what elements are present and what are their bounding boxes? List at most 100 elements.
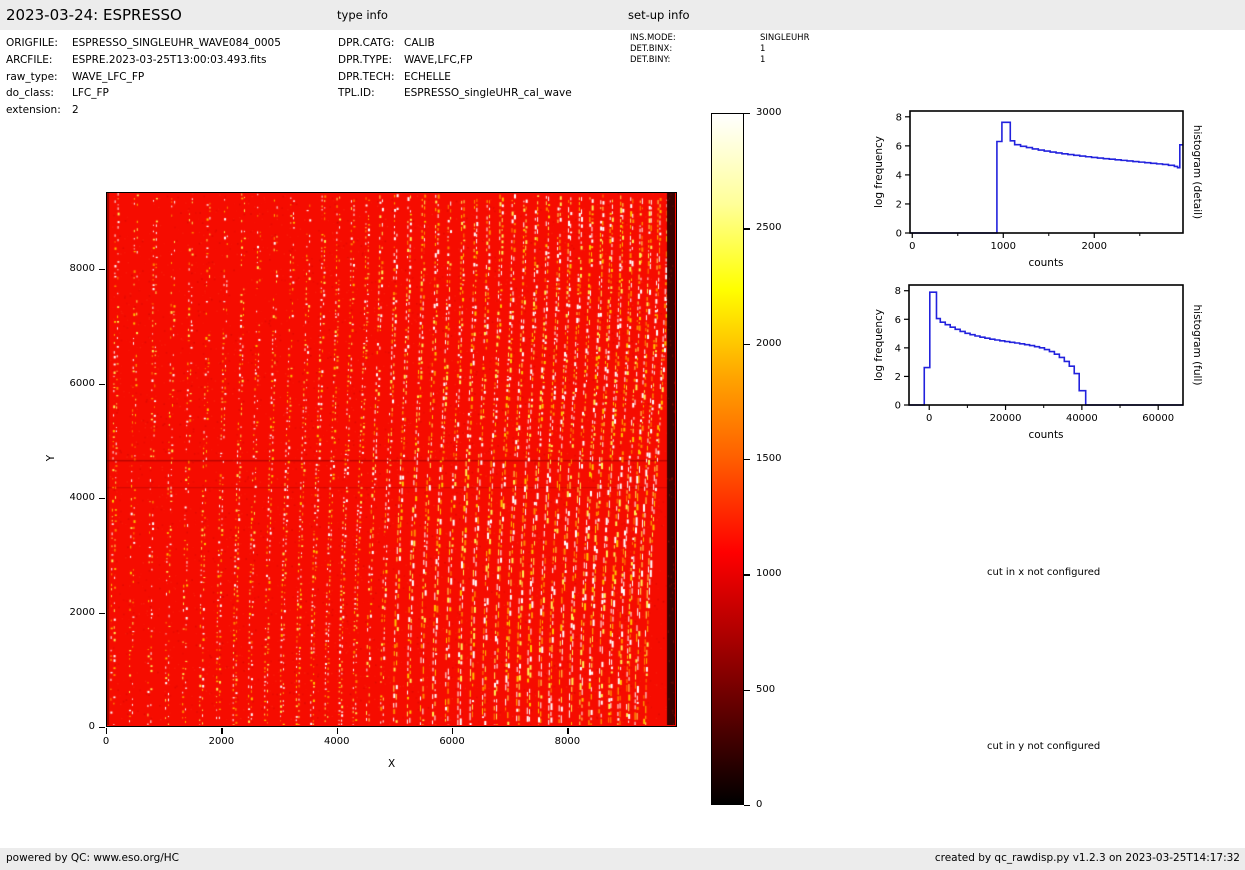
info-value: ESPRESSO_SINGLEUHR_WAVE084_0005 xyxy=(72,35,281,52)
info-row: INS.MODE:SINGLEUHR xyxy=(630,33,809,44)
y-tick xyxy=(99,613,105,614)
colorbar-tick xyxy=(744,805,750,806)
x-tick-label: 4000 xyxy=(324,736,349,747)
colorbar-tick xyxy=(744,113,750,114)
colorbar-tick-label: 500 xyxy=(756,684,775,695)
histogram-full-line xyxy=(909,292,1183,405)
histogram-full-xlabel: counts xyxy=(1016,429,1076,441)
y-tick-label: 2 xyxy=(895,372,901,383)
info-row: DPR.TECH:ECHELLE xyxy=(338,69,572,86)
info-row: ORIGFILE:ESPRESSO_SINGLEUHR_WAVE084_0005 xyxy=(6,35,281,52)
x-tick xyxy=(567,728,568,734)
x-tick-label: 1000 xyxy=(991,241,1016,252)
qc-report-page: 2023-03-24: ESPRESSO type info set-up in… xyxy=(0,0,1245,870)
histogram-detail-right-label: histogram (detail) xyxy=(1191,122,1203,222)
info-label: DET.BINY: xyxy=(630,55,760,66)
info-label: DET.BINX: xyxy=(630,44,760,55)
colorbar-tick-label: 2000 xyxy=(756,338,781,349)
x-tick-label: 20000 xyxy=(990,413,1022,424)
y-tick-label: 4 xyxy=(895,343,901,354)
histogram-detail-line xyxy=(910,122,1183,233)
info-row: DPR.TYPE:WAVE,LFC,FP xyxy=(338,52,572,69)
histogram-full-right-label: histogram (full) xyxy=(1191,295,1203,395)
info-label: do_class: xyxy=(6,85,72,102)
x-tick-label: 2000 xyxy=(1082,241,1107,252)
colorbar-tick xyxy=(744,574,750,575)
y-tick-label: 6000 xyxy=(58,378,95,389)
x-tick-label: 2000 xyxy=(209,736,234,747)
y-tick-label: 8 xyxy=(895,286,901,297)
raw-detector-image xyxy=(107,193,675,725)
info-value: ESPRE.2023-03-25T13:00:03.493.fits xyxy=(72,52,266,69)
x-tick xyxy=(106,728,107,734)
histogram-detail-ylabel: log frequency xyxy=(873,132,885,212)
colorbar-tick-label: 3000 xyxy=(756,107,781,118)
info-row: extension:2 xyxy=(6,102,281,119)
info-row: DPR.CATG:CALIB xyxy=(338,35,572,52)
info-label: ORIGFILE: xyxy=(6,35,72,52)
y-tick-label: 2 xyxy=(896,199,902,210)
info-row: TPL.ID:ESPRESSO_singleUHR_cal_wave xyxy=(338,85,572,102)
y-tick-label: 0 xyxy=(58,721,95,732)
info-row: DET.BINY:1 xyxy=(630,55,809,66)
colorbar-tick xyxy=(744,344,750,345)
histogram-full-ylabel: log frequency xyxy=(873,305,885,385)
type-info-heading: type info xyxy=(337,8,388,22)
histogram-full-plot: 020000400006000002468 xyxy=(909,285,1183,405)
x-tick xyxy=(452,728,453,734)
histogram-detail-plot: 01000200002468 xyxy=(910,111,1183,233)
info-label: ARCFILE: xyxy=(6,52,72,69)
x-tick-label: 0 xyxy=(926,413,932,424)
histogram-detail-frame xyxy=(910,111,1183,233)
x-tick-label: 0 xyxy=(909,241,915,252)
info-label: INS.MODE: xyxy=(630,33,760,44)
colorbar-tick-label: 2500 xyxy=(756,222,781,233)
x-tick-label: 60000 xyxy=(1142,413,1174,424)
info-value: WAVE,LFC,FP xyxy=(404,52,472,69)
info-value: 2 xyxy=(72,102,79,119)
histogram-full-frame xyxy=(909,285,1183,405)
footer-created-by: created by qc_rawdisp.py v1.2.3 on 2023-… xyxy=(935,852,1240,864)
x-tick-label: 40000 xyxy=(1066,413,1098,424)
info-label: extension: xyxy=(6,102,72,119)
y-tick-label: 0 xyxy=(896,229,902,240)
footer-powered-by: powered by QC: www.eso.org/HC xyxy=(6,852,179,864)
info-value: ESPRESSO_singleUHR_cal_wave xyxy=(404,85,572,102)
cut-y-note: cut in y not configured xyxy=(987,741,1100,752)
y-tick-label: 6 xyxy=(896,141,902,152)
y-tick xyxy=(99,269,105,270)
info-value: LFC_FP xyxy=(72,85,109,102)
info-label: TPL.ID: xyxy=(338,85,404,102)
setup-info-heading: set-up info xyxy=(628,8,690,22)
setup-info-block: INS.MODE:SINGLEUHRDET.BINX:1DET.BINY:1 xyxy=(630,33,809,67)
y-tick-label: 0 xyxy=(895,401,901,412)
info-row: raw_type:WAVE_LFC_FP xyxy=(6,69,281,86)
x-tick-label: 6000 xyxy=(439,736,464,747)
y-tick-label: 8 xyxy=(896,112,902,123)
info-label: raw_type: xyxy=(6,69,72,86)
colorbar-tick-label: 1000 xyxy=(756,568,781,579)
x-tick xyxy=(337,728,338,734)
y-tick-label: 8000 xyxy=(58,263,95,274)
raw-image-xlabel: X xyxy=(388,758,395,770)
cut-x-note: cut in x not configured xyxy=(987,567,1100,578)
info-value: 1 xyxy=(760,44,765,55)
info-value: WAVE_LFC_FP xyxy=(72,69,144,86)
colorbar-tick xyxy=(744,459,750,460)
colorbar-tick xyxy=(744,228,750,229)
info-row: DET.BINX:1 xyxy=(630,44,809,55)
y-tick-label: 4 xyxy=(896,170,902,181)
page-title: 2023-03-24: ESPRESSO xyxy=(6,6,182,24)
file-info-block: ORIGFILE:ESPRESSO_SINGLEUHR_WAVE084_0005… xyxy=(6,35,281,119)
x-tick xyxy=(221,728,222,734)
colorbar-tick-label: 1500 xyxy=(756,453,781,464)
y-tick xyxy=(99,498,105,499)
colorbar-tick xyxy=(744,690,750,691)
y-tick-label: 4000 xyxy=(58,492,95,503)
header-bar xyxy=(0,0,1245,30)
colorbar-tick-label: 0 xyxy=(756,799,762,810)
info-value: ECHELLE xyxy=(404,69,451,86)
info-label: DPR.TECH: xyxy=(338,69,404,86)
colorbar xyxy=(711,113,744,805)
info-label: DPR.CATG: xyxy=(338,35,404,52)
